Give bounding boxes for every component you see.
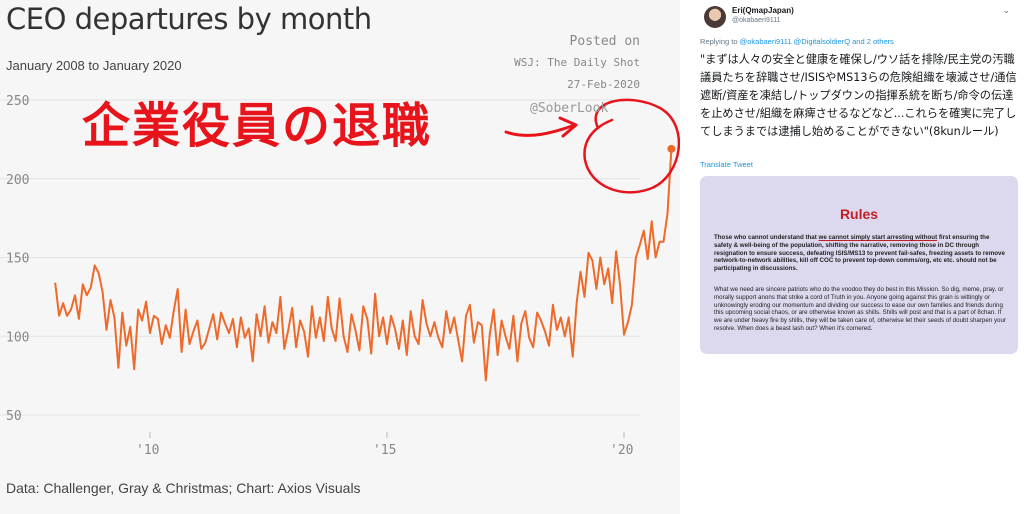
- x-tick-label: '20: [610, 443, 633, 458]
- y-tick-label: 250: [6, 94, 29, 109]
- avatar[interactable]: [704, 6, 726, 28]
- x-tick-label: '15: [373, 443, 396, 458]
- chart-source-footer: Data: Challenger, Gray & Christmas; Char…: [6, 480, 361, 496]
- y-tick-label: 50: [6, 409, 22, 424]
- y-tick-label: 200: [6, 173, 29, 188]
- rules-paragraph-1: Those who cannot understand that we cann…: [714, 234, 1006, 273]
- y-tick-label: 100: [6, 330, 29, 345]
- rules-paragraph-2: What we need are sincere patriots who do…: [714, 286, 1006, 332]
- red-arrow-shaft: [504, 124, 574, 137]
- rules-p1-start: Those who cannot understand that: [714, 234, 819, 241]
- series-line: [54, 148, 673, 382]
- translate-tweet-link[interactable]: Translate Tweet: [700, 160, 753, 169]
- rules-title: Rules: [839, 206, 879, 222]
- x-tick-label: '10: [136, 443, 159, 458]
- reply-prefix: Replying to: [700, 37, 740, 46]
- tweet-body: "まずは人々の安全と健康を確保し/ウソ話を排除/民主党の汚職議員たちを辞職させ/…: [700, 53, 1017, 138]
- tweet-card: Eri(QmapJapan) @okabaeri9111 ⌄ Replying …: [690, 0, 1024, 514]
- line-chart: 50100150200250'10'15'20219: [0, 94, 680, 458]
- reply-mentions-link[interactable]: @okabaeri9111 @DigitalsoldierQ and 2 oth…: [740, 37, 894, 46]
- y-tick-label: 150: [6, 252, 29, 267]
- reply-context: Replying to @okabaeri9111 @Digitalsoldie…: [700, 37, 894, 46]
- watermark-handle: @SoberLook: [530, 101, 609, 116]
- overlay-japanese-title: 企業役員の退職: [82, 98, 433, 154]
- chart-panel: CEO departures by month January 2008 to …: [0, 0, 680, 514]
- rules-image[interactable]: Rules Those who cannot understand that w…: [700, 176, 1018, 354]
- highlight-point: [667, 144, 676, 153]
- tweet-author-handle[interactable]: @okabaeri9111: [732, 17, 781, 24]
- tweet-author-name[interactable]: Eri(QmapJapan): [732, 6, 794, 15]
- chevron-down-icon[interactable]: ⌄: [1002, 6, 1010, 16]
- rules-p1-underlined: we cannot simply start arresting without: [818, 234, 938, 241]
